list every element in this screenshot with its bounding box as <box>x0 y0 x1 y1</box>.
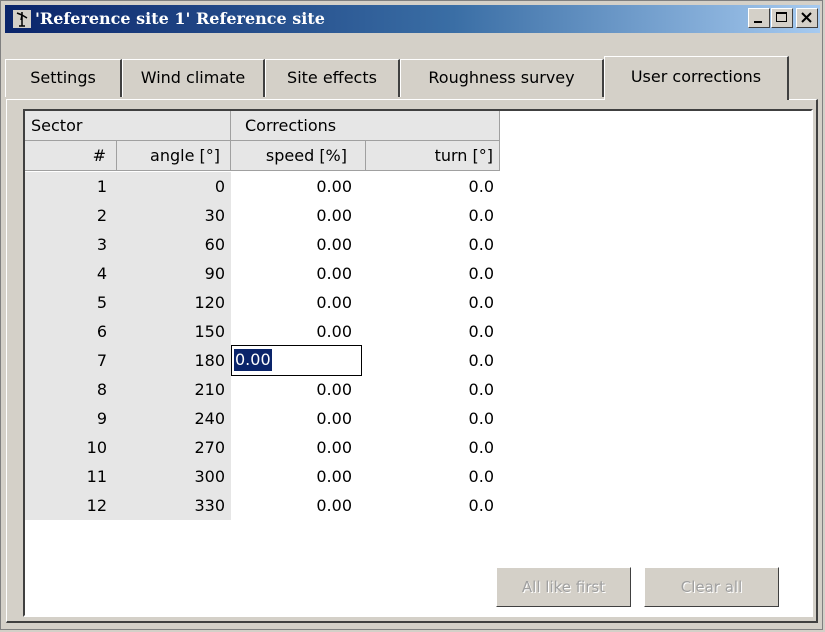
tab-settings[interactable]: Settings <box>5 59 122 97</box>
speed-cell[interactable]: 0.00 <box>231 172 366 201</box>
header-speed: speed [%] <box>231 141 366 171</box>
row-angle: 120 <box>117 288 231 317</box>
row-angle: 60 <box>117 230 231 259</box>
row-angle: 30 <box>117 201 231 230</box>
turn-cell[interactable]: 0.0 <box>366 172 500 201</box>
tab-label: Site effects <box>287 68 377 87</box>
all-like-first-button[interactable]: All like first <box>496 567 631 607</box>
tab-roughness-survey[interactable]: Roughness survey <box>400 59 604 97</box>
tab-wind-climate[interactable]: Wind climate <box>122 59 265 97</box>
row-angle: 240 <box>117 404 231 433</box>
turn-cell[interactable]: 0.0 <box>366 288 500 317</box>
row-angle: 180 <box>117 346 231 375</box>
row-angle: 150 <box>117 317 231 346</box>
app-icon <box>13 10 31 28</box>
turn-cell[interactable]: 0.0 <box>366 201 500 230</box>
row-angle: 270 <box>117 433 231 462</box>
row-number: 12 <box>25 491 117 520</box>
row-number: 10 <box>25 433 117 462</box>
row-angle: 210 <box>117 375 231 404</box>
header-angle: angle [°] <box>117 141 231 171</box>
speed-cell[interactable]: 0.00 <box>231 230 366 259</box>
turn-cell[interactable]: 0.0 <box>366 259 500 288</box>
tab-site-effects[interactable]: Site effects <box>265 59 400 97</box>
tab-label: Wind climate <box>140 68 246 87</box>
speed-cell[interactable]: 0.00 <box>231 201 366 230</box>
tab-label: Roughness survey <box>428 68 575 87</box>
speed-cell[interactable]: 0.00 <box>231 462 366 491</box>
turn-cell[interactable]: 0.0 <box>366 230 500 259</box>
close-button[interactable] <box>796 8 818 28</box>
minimize-icon <box>754 21 762 23</box>
speed-cell[interactable]: 0.00 <box>231 404 366 433</box>
turn-cell[interactable]: 0.0 <box>366 317 500 346</box>
row-angle: 330 <box>117 491 231 520</box>
close-icon <box>801 12 812 23</box>
window-title: 'Reference site 1' Reference site <box>35 9 325 28</box>
corrections-grid[interactable]: Sector Corrections # angle [°] speed [%]… <box>23 109 813 617</box>
maximize-icon <box>776 12 787 22</box>
header-turn: turn [°] <box>366 141 500 171</box>
selected-text: 0.00 <box>234 349 272 371</box>
turn-cell[interactable]: 0.0 <box>366 404 500 433</box>
row-number: 11 <box>25 462 117 491</box>
speed-cell[interactable]: 0.00 <box>231 433 366 462</box>
header-number: # <box>25 141 117 171</box>
row-number: 1 <box>25 172 117 201</box>
minimize-button[interactable] <box>748 8 770 28</box>
row-number: 9 <box>25 404 117 433</box>
maximize-button[interactable] <box>771 8 793 28</box>
speed-cell[interactable]: 0.00 <box>231 288 366 317</box>
row-angle: 0 <box>117 172 231 201</box>
tab-label: Settings <box>30 68 96 87</box>
turn-cell[interactable]: 0.0 <box>366 346 500 375</box>
tab-strip: Settings Wind climate Site effects Rough… <box>5 36 820 100</box>
row-number: 7 <box>25 346 117 375</box>
speed-cell-editor[interactable]: 0.00 <box>231 345 362 376</box>
tab-user-corrections[interactable]: User corrections <box>604 56 789 100</box>
turn-cell[interactable]: 0.0 <box>366 491 500 520</box>
title-bar[interactable]: 'Reference site 1' Reference site <box>5 5 820 33</box>
app-window: 'Reference site 1' Reference site Settin… <box>0 0 823 630</box>
header-sector: Sector <box>25 111 231 141</box>
row-number: 4 <box>25 259 117 288</box>
speed-cell[interactable]: 0.00 <box>231 491 366 520</box>
row-angle: 300 <box>117 462 231 491</box>
turn-cell[interactable]: 0.0 <box>366 375 500 404</box>
header-corrections: Corrections <box>231 111 500 141</box>
tab-label: User corrections <box>630 67 762 86</box>
clear-all-button[interactable]: Clear all <box>644 567 779 607</box>
turn-cell[interactable]: 0.0 <box>366 462 500 491</box>
speed-cell[interactable]: 0.00 <box>231 375 366 404</box>
row-number: 2 <box>25 201 117 230</box>
row-angle: 90 <box>117 259 231 288</box>
row-number: 5 <box>25 288 117 317</box>
speed-cell[interactable]: 0.00 <box>231 259 366 288</box>
turn-cell[interactable]: 0.0 <box>366 433 500 462</box>
speed-cell[interactable]: 0.00 <box>231 317 366 346</box>
row-number: 8 <box>25 375 117 404</box>
row-number: 6 <box>25 317 117 346</box>
row-number: 3 <box>25 230 117 259</box>
